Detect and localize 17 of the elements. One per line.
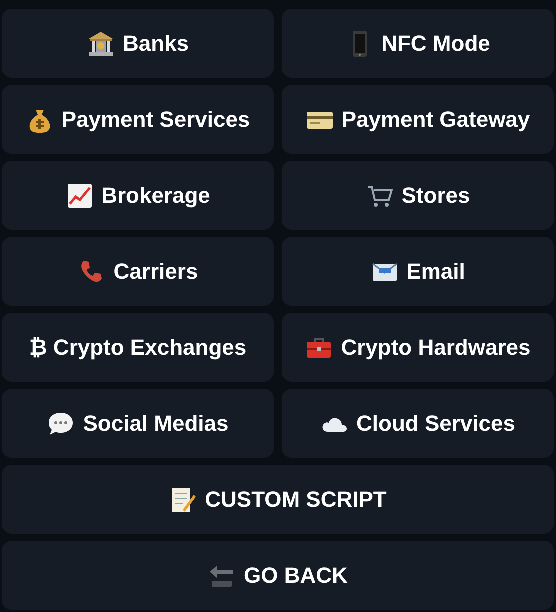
- chart-icon: [66, 182, 94, 210]
- keyboard-button[interactable]: GO BACK: [2, 541, 554, 610]
- keyboard-button[interactable]: Stores: [282, 161, 554, 230]
- keyboard-button[interactable]: CUSTOM SCRIPT: [2, 465, 554, 534]
- keyboard-button[interactable]: Carriers: [2, 237, 274, 306]
- keyboard-button[interactable]: Payment Services: [2, 85, 274, 154]
- keyboard-button[interactable]: Social Medias: [2, 389, 274, 458]
- keyboard-button[interactable]: Crypto Hardwares: [282, 313, 554, 382]
- keyboard-button[interactable]: Payment Gateway: [282, 85, 554, 154]
- keyboard-button[interactable]: Email: [282, 237, 554, 306]
- bank-icon: [86, 30, 115, 58]
- memo-icon: [169, 486, 198, 514]
- keyboard-button[interactable]: NFC Mode: [282, 9, 554, 78]
- keyboard-button[interactable]: Banks: [2, 9, 274, 78]
- keyboard-button[interactable]: Cloud Services: [282, 389, 554, 458]
- keyboard-button[interactable]: ₿ Crypto Exchanges: [2, 313, 274, 382]
- keyboard-button[interactable]: Brokerage: [2, 161, 274, 230]
